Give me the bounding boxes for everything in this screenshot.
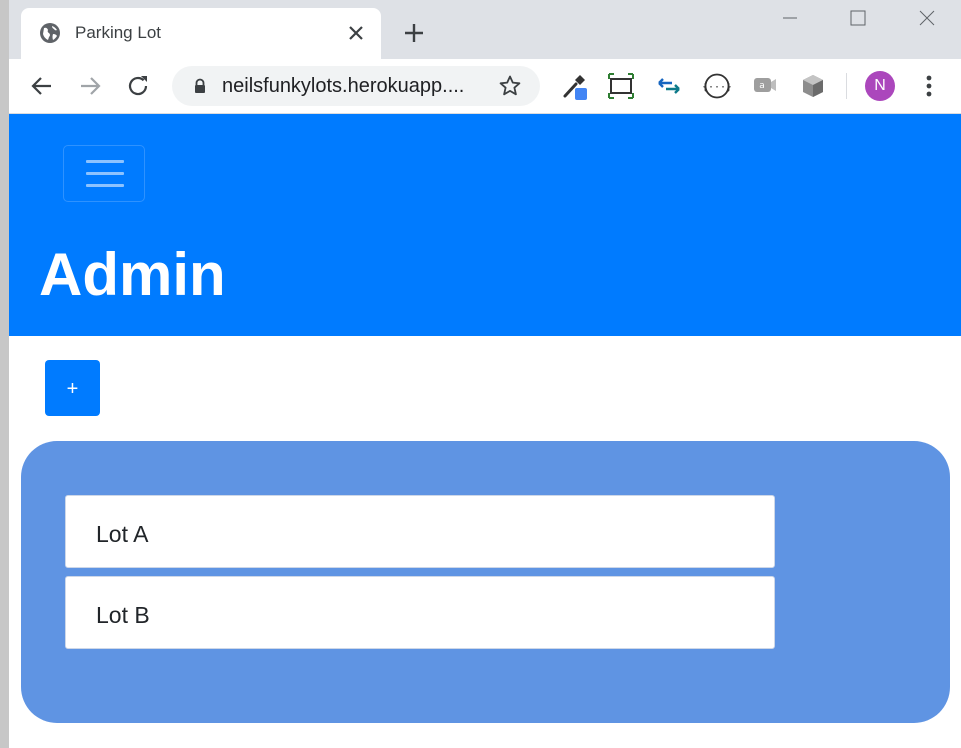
bookmark-star-icon[interactable] (498, 74, 522, 98)
cube-extension-icon[interactable] (799, 72, 827, 100)
url-text: neilsfunkylots.herokuapp.... (222, 75, 465, 97)
hamburger-icon-bar (86, 184, 124, 187)
tab-parking-lot[interactable]: Parking Lot (21, 8, 381, 59)
minimize-icon[interactable] (779, 7, 801, 29)
lot-name: Lot A (96, 521, 149, 547)
screenshot-extension-icon[interactable] (607, 72, 635, 100)
toolbar-divider (846, 73, 847, 99)
new-tab-plus-icon[interactable] (402, 21, 426, 45)
profile-avatar[interactable]: N (865, 71, 895, 101)
close-tab-icon[interactable] (344, 21, 368, 45)
lot-name: Lot B (96, 602, 150, 628)
address-bar[interactable]: neilsfunkylots.herokuapp.... (172, 66, 540, 106)
lot-item-b[interactable]: Lot B (65, 576, 775, 649)
hamburger-icon-bar (86, 172, 124, 175)
chat-extension-icon[interactable]: a (751, 72, 779, 100)
svg-text:{···}: {···} (703, 82, 731, 93)
lot-item-a[interactable]: Lot A (65, 495, 775, 568)
tab-title: Parking Lot (75, 23, 161, 42)
browser-toolbar: neilsfunkylots.herokuapp.... {···} a N (9, 59, 961, 114)
navbar-toggler-button[interactable] (63, 145, 145, 202)
json-viewer-extension-icon[interactable]: {···} (703, 72, 731, 100)
reload-icon[interactable] (124, 72, 152, 100)
close-window-icon[interactable] (916, 7, 938, 29)
window-edge (0, 0, 9, 748)
add-lot-button[interactable]: + (45, 360, 100, 416)
page-navbar: Admin (9, 114, 961, 336)
svg-text:a: a (759, 81, 765, 91)
hamburger-icon (86, 160, 124, 163)
tab-strip: Parking Lot (9, 0, 961, 59)
globe-icon (40, 23, 60, 43)
forward-arrow-icon[interactable] (76, 72, 104, 100)
swap-arrows-extension-icon[interactable] (655, 72, 683, 100)
lots-panel: Lot A Lot B (21, 441, 950, 723)
lock-icon (195, 78, 205, 93)
page-title: Admin (39, 241, 226, 308)
color-picker-extension-icon[interactable] (561, 72, 589, 100)
back-arrow-icon[interactable] (28, 72, 56, 100)
menu-kebab-icon[interactable] (917, 72, 941, 100)
maximize-icon[interactable] (847, 7, 869, 29)
